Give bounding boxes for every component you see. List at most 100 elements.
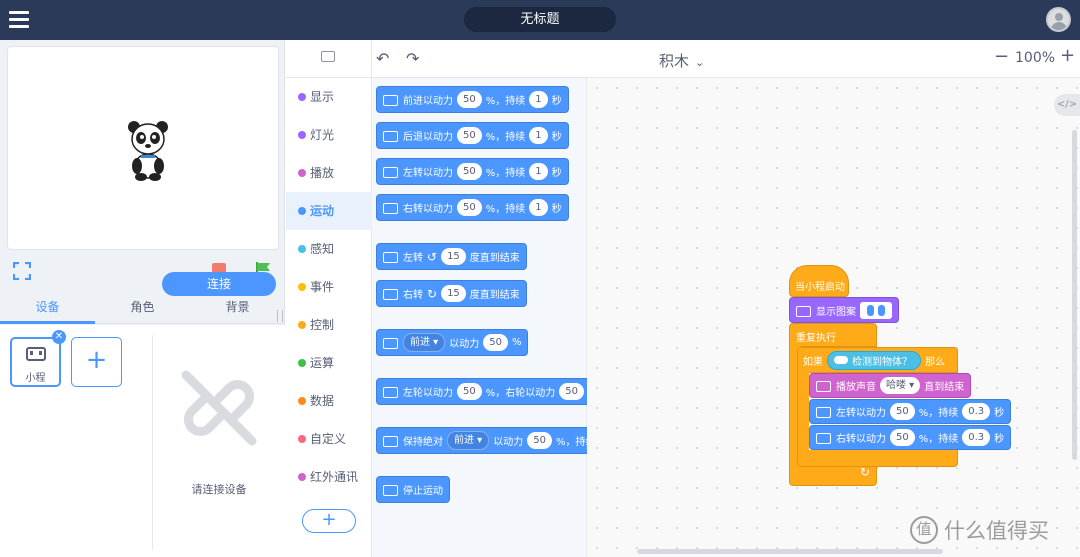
horizontal-scrollbar[interactable] <box>637 549 943 554</box>
block-turn-left-power[interactable]: 左转以动力 50 %，持续 1 秒 <box>376 158 569 185</box>
add-extension-button[interactable]: + <box>302 509 356 533</box>
seconds-input[interactable]: 1 <box>529 91 548 108</box>
category-dot <box>298 93 306 101</box>
sound-dropdown[interactable]: 哈喽 ▾ <box>880 377 921 394</box>
seconds-input[interactable]: 1 <box>529 199 548 216</box>
block-text: 秒 <box>994 408 1005 419</box>
zoom-in-button[interactable]: + <box>1060 45 1075 66</box>
hamburger-menu-icon[interactable] <box>9 11 29 28</box>
block-show-image[interactable]: 显示图案 <box>789 297 899 323</box>
category-operators[interactable]: 运算 <box>286 344 372 382</box>
seconds-input[interactable]: 1 <box>529 163 548 180</box>
category-custom[interactable]: 自定义 <box>286 420 372 458</box>
block-when-start[interactable]: 当小程启动 <box>789 265 849 297</box>
block-turn-left-degrees[interactable]: 左转 ↺ 15 度直到结束 <box>376 243 527 270</box>
category-label: 显示 <box>310 90 335 104</box>
robot-icon <box>381 286 399 301</box>
power-input[interactable]: 50 <box>457 127 482 144</box>
tab-backdrops[interactable]: 背景 <box>190 294 285 323</box>
block-turn-left-power[interactable]: 左转以动力 50 %，持续 0.3 秒 <box>809 399 1012 424</box>
category-sound[interactable]: 播放 <box>286 154 372 192</box>
category-data[interactable]: 数据 <box>286 382 372 420</box>
stage-panel: 设备 角色 背景 小程 ✕ + 请连接设备 连接 <box>0 40 285 557</box>
block-turn-right-power[interactable]: 右转以动力 50 %，持续 1 秒 <box>376 194 569 221</box>
device-card[interactable]: 小程 <box>10 337 61 387</box>
seconds-input[interactable]: 0.3 <box>962 403 991 420</box>
block-text: 前进以动力 <box>403 96 453 107</box>
block-text: %，持续 <box>918 408 959 419</box>
view-mode-select[interactable]: 积木 ⌄ <box>659 50 704 71</box>
category-dot <box>298 359 306 367</box>
degrees-input[interactable]: 15 <box>441 285 466 302</box>
block-stop-motion[interactable]: 停止运动 <box>376 476 450 503</box>
seconds-input[interactable]: 1 <box>529 127 548 144</box>
add-device-button[interactable]: + <box>71 337 122 387</box>
dropdown-value: 哈喽 <box>886 380 906 391</box>
block-text: % <box>511 337 522 348</box>
tab-sprites[interactable]: 角色 <box>95 294 190 323</box>
category-events[interactable]: 事件 <box>286 268 372 306</box>
block-move-direction[interactable]: 前进 ▾ 以动力 50 % <box>376 329 529 356</box>
resize-grip[interactable] <box>277 310 283 322</box>
power-input[interactable]: 50 <box>890 429 915 446</box>
robot-icon <box>321 51 335 62</box>
dropdown-value: 前进 <box>410 337 430 348</box>
block-text: 右转以动力 <box>836 434 886 445</box>
category-dot <box>298 397 306 405</box>
power-input[interactable]: 50 <box>457 163 482 180</box>
power-input[interactable]: 50 <box>457 199 482 216</box>
category-control[interactable]: 控制 <box>286 306 372 344</box>
category-infrared[interactable]: 红外通讯 <box>286 458 372 496</box>
direction-dropdown[interactable]: 前进 ▾ <box>447 431 490 450</box>
power-input[interactable]: 50 <box>890 403 915 420</box>
user-avatar[interactable] <box>1046 7 1071 32</box>
category-dot <box>298 473 306 481</box>
right-power-input[interactable]: 50 <box>559 383 584 400</box>
block-forever[interactable]: 重复执行 <box>789 323 877 347</box>
vertical-scrollbar[interactable] <box>1072 130 1077 460</box>
category-label: 控制 <box>310 318 335 332</box>
block-wheel-power[interactable]: 左轮以动力 50 %，右轮以动力 50 % <box>376 378 605 405</box>
block-move-backward[interactable]: 后退以动力 50 %，持续 1 秒 <box>376 122 569 149</box>
device-selector[interactable] <box>286 40 372 78</box>
robot-icon <box>381 433 399 448</box>
tab-devices[interactable]: 设备 <box>0 294 95 324</box>
block-text: 停止运动 <box>403 486 443 497</box>
power-input[interactable]: 50 <box>483 334 508 351</box>
block-text: 直到结束 <box>924 382 965 393</box>
category-display[interactable]: 显示 <box>286 78 372 116</box>
redo-icon[interactable]: ↷ <box>406 49 419 68</box>
project-title[interactable]: 无标题 <box>464 7 616 32</box>
power-input[interactable]: 50 <box>527 432 552 449</box>
connect-button[interactable]: 连接 <box>162 272 276 296</box>
undo-icon[interactable]: ↶ <box>376 49 389 68</box>
block-turn-right-degrees[interactable]: 右转 ↻ 15 度直到结束 <box>376 280 527 307</box>
image-matrix-input[interactable] <box>860 301 892 319</box>
robot-icon <box>794 303 812 318</box>
block-text: %，持续 <box>485 168 526 179</box>
zoom-out-button[interactable]: − <box>994 46 1009 67</box>
left-power-input[interactable]: 50 <box>457 383 482 400</box>
power-input[interactable]: 50 <box>457 91 482 108</box>
category-lights[interactable]: 灯光 <box>286 116 372 154</box>
category-motion[interactable]: 运动 <box>286 192 372 230</box>
category-sensing[interactable]: 感知 <box>286 230 372 268</box>
block-play-sound[interactable]: 播放声音 哈喽 ▾ 直到结束 <box>809 373 972 398</box>
code-view-icon[interactable]: </> <box>1054 94 1080 116</box>
direction-dropdown[interactable]: 前进 ▾ <box>403 333 446 352</box>
rotate-left-icon: ↺ <box>427 249 438 264</box>
block-turn-right-power[interactable]: 右转以动力 50 %，持续 0.3 秒 <box>809 425 1012 450</box>
condition-detect-object[interactable]: 检测到物体？ <box>827 350 921 370</box>
watermark-text: 什么值得买 <box>944 519 1049 543</box>
seconds-input[interactable]: 0.3 <box>962 429 991 446</box>
fullscreen-icon[interactable] <box>13 262 31 280</box>
dropdown-value: 前进 <box>454 435 474 446</box>
block-if-then[interactable]: 如果 检测到物体？ 那么 <box>797 347 958 373</box>
degrees-input[interactable]: 15 <box>441 248 466 265</box>
close-icon[interactable]: ✕ <box>52 330 66 344</box>
robot-icon <box>381 384 399 399</box>
category-dot <box>298 435 306 443</box>
block-text: 如果 <box>803 356 823 368</box>
block-text: %，持续 <box>485 132 526 143</box>
block-move-forward[interactable]: 前进以动力 50 %，持续 1 秒 <box>376 86 569 113</box>
